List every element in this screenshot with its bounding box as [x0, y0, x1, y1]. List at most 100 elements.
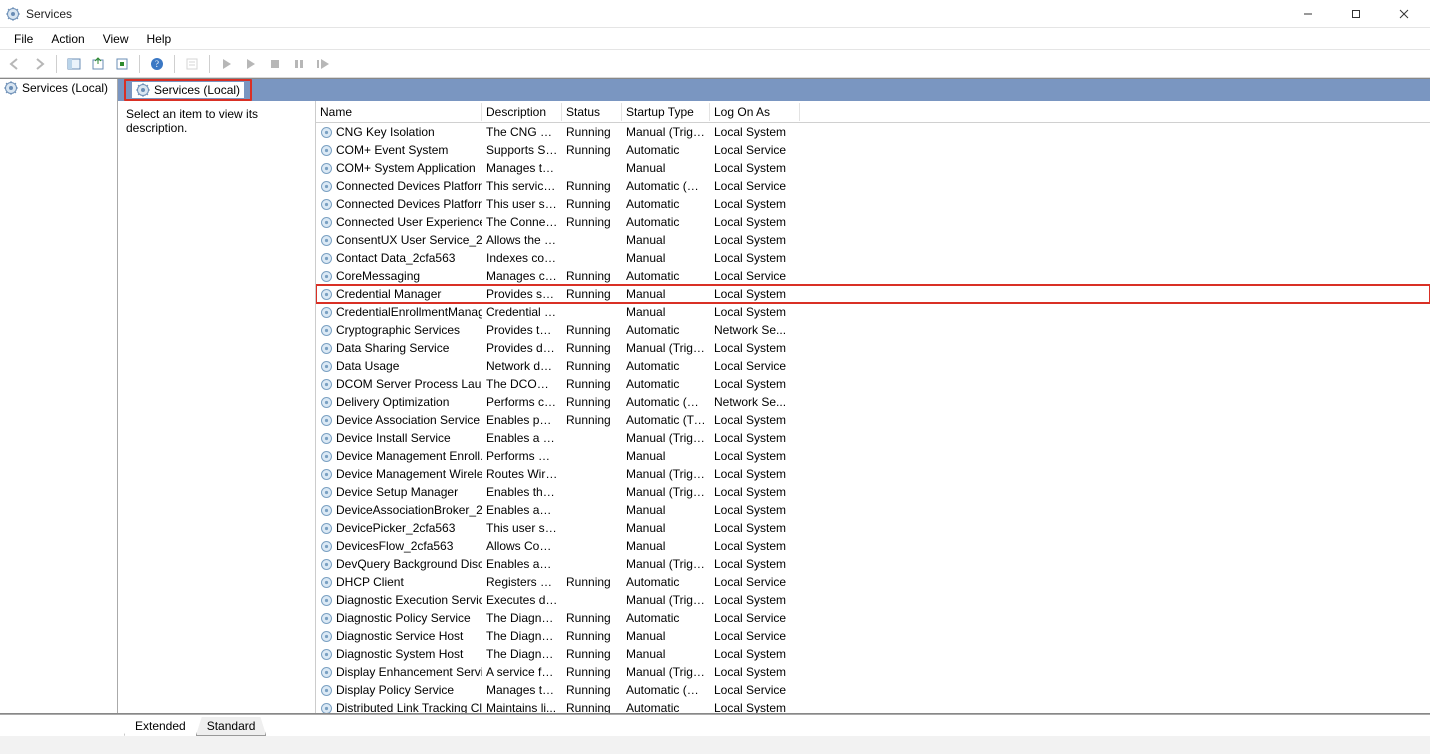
cell-startup: Automatic (De...	[622, 179, 710, 193]
service-row[interactable]: COM+ System ApplicationManages th...Manu…	[316, 159, 1430, 177]
service-row[interactable]: DevicePicker_2cfa563This user ser...Manu…	[316, 519, 1430, 537]
properties-button[interactable]	[181, 53, 203, 75]
cell-name: Credential Manager	[316, 287, 482, 301]
service-row[interactable]: DevicesFlow_2cfa563Allows Conn...ManualL…	[316, 537, 1430, 555]
service-name: Display Policy Service	[336, 683, 454, 697]
start-service-button[interactable]	[216, 53, 238, 75]
start-service-alt-button[interactable]	[240, 53, 262, 75]
cell-description: The Diagnos...	[482, 611, 562, 625]
stop-service-button[interactable]	[264, 53, 286, 75]
services-list[interactable]: Name Description Status Startup Type Log…	[316, 101, 1430, 713]
service-name: Diagnostic Execution Service	[336, 593, 482, 607]
service-row[interactable]: Connected Devices Platform ...This servi…	[316, 177, 1430, 195]
service-row[interactable]: Data Sharing ServiceProvides dat...Runni…	[316, 339, 1430, 357]
separator	[209, 55, 210, 73]
service-row[interactable]: Cryptographic ServicesProvides thr...Run…	[316, 321, 1430, 339]
menu-view[interactable]: View	[95, 30, 137, 48]
service-row[interactable]: Contact Data_2cfa563Indexes cont...Manua…	[316, 249, 1430, 267]
service-row[interactable]: Connected User Experiences ...The Connec…	[316, 213, 1430, 231]
help-button[interactable]: ?	[146, 53, 168, 75]
service-row[interactable]: Diagnostic Policy ServiceThe Diagnos...R…	[316, 609, 1430, 627]
service-row[interactable]: CredentialEnrollmentManag...Credential E…	[316, 303, 1430, 321]
service-name: Data Usage	[336, 359, 399, 373]
service-row[interactable]: Display Enhancement ServiceA service for…	[316, 663, 1430, 681]
service-row[interactable]: Diagnostic Execution ServiceExecutes dia…	[316, 591, 1430, 609]
maximize-button[interactable]	[1336, 2, 1376, 26]
service-row[interactable]: DHCP ClientRegisters an...RunningAutomat…	[316, 573, 1430, 591]
service-icon	[320, 522, 333, 535]
show-hide-tree-button[interactable]	[63, 53, 85, 75]
service-row[interactable]: Distributed Link Tracking Cli...Maintain…	[316, 699, 1430, 713]
refresh-button[interactable]	[111, 53, 133, 75]
service-row[interactable]: CoreMessagingManages co...RunningAutomat…	[316, 267, 1430, 285]
service-icon	[320, 414, 333, 427]
col-startup[interactable]: Startup Type	[622, 103, 710, 121]
separator	[139, 55, 140, 73]
cell-description: This user ser...	[482, 521, 562, 535]
cell-name: Data Sharing Service	[316, 341, 482, 355]
cell-name: DeviceAssociationBroker_2cf...	[316, 503, 482, 517]
col-logon[interactable]: Log On As	[710, 103, 800, 121]
service-row[interactable]: Data UsageNetwork dat...RunningAutomatic…	[316, 357, 1430, 375]
menu-help[interactable]: Help	[139, 30, 180, 48]
cell-startup: Automatic	[622, 197, 710, 211]
tree-root-node[interactable]: Services (Local)	[0, 79, 117, 97]
description-prompt: Select an item to view its description.	[126, 107, 307, 135]
svg-text:?: ?	[155, 59, 159, 69]
minimize-button[interactable]	[1288, 2, 1328, 26]
gear-icon	[4, 81, 18, 95]
menu-action[interactable]: Action	[43, 30, 92, 48]
pane-tab-services-local[interactable]: Services (Local)	[124, 79, 252, 101]
service-row[interactable]: Delivery OptimizationPerforms co...Runni…	[316, 393, 1430, 411]
service-row[interactable]: Display Policy ServiceManages th...Runni…	[316, 681, 1430, 699]
cell-startup: Manual	[622, 629, 710, 643]
close-button[interactable]	[1384, 2, 1424, 26]
service-row[interactable]: Diagnostic Service HostThe Diagnos...Run…	[316, 627, 1430, 645]
menu-file[interactable]: File	[6, 30, 41, 48]
tab-standard[interactable]: Standard	[196, 717, 267, 736]
service-row[interactable]: DeviceAssociationBroker_2cf...Enables ap…	[316, 501, 1430, 519]
cell-startup: Automatic (De...	[622, 683, 710, 697]
cell-description: The CNG ke...	[482, 125, 562, 139]
separator	[56, 55, 57, 73]
service-row[interactable]: DCOM Server Process Launc...The DCOML...…	[316, 375, 1430, 393]
service-row[interactable]: COM+ Event SystemSupports Sy...RunningAu…	[316, 141, 1430, 159]
cell-logon: Local Service	[710, 575, 800, 589]
service-row[interactable]: CNG Key IsolationThe CNG ke...RunningMan…	[316, 123, 1430, 141]
cell-startup: Manual	[622, 539, 710, 553]
service-icon	[320, 468, 333, 481]
cell-status: Running	[562, 665, 622, 679]
cell-name: Diagnostic Service Host	[316, 629, 482, 643]
service-row[interactable]: Device Setup ManagerEnables the ...Manua…	[316, 483, 1430, 501]
app-icon	[6, 7, 20, 21]
service-row[interactable]: Device Management Enroll...Performs De..…	[316, 447, 1430, 465]
cell-startup: Manual	[622, 251, 710, 265]
service-row[interactable]: Credential ManagerProvides sec...Running…	[316, 285, 1430, 303]
service-row[interactable]: Device Association ServiceEnables pairi.…	[316, 411, 1430, 429]
cell-description: The DCOML...	[482, 377, 562, 391]
cell-name: Data Usage	[316, 359, 482, 373]
back-button[interactable]	[4, 53, 26, 75]
cell-logon: Local System	[710, 539, 800, 553]
forward-button[interactable]	[28, 53, 50, 75]
pause-service-button[interactable]	[288, 53, 310, 75]
service-row[interactable]: Device Management Wireles...Routes Wirel…	[316, 465, 1430, 483]
col-name[interactable]: Name	[316, 103, 482, 121]
service-row[interactable]: ConsentUX User Service_2cf...Allows the …	[316, 231, 1430, 249]
cell-status: Running	[562, 323, 622, 337]
service-row[interactable]: Diagnostic System HostThe Diagnos...Runn…	[316, 645, 1430, 663]
cell-logon: Local System	[710, 449, 800, 463]
service-row[interactable]: Connected Devices Platform ...This user …	[316, 195, 1430, 213]
toolbar: ?	[0, 50, 1430, 78]
service-row[interactable]: Device Install ServiceEnables a co...Man…	[316, 429, 1430, 447]
service-row[interactable]: DevQuery Background Disc...Enables app..…	[316, 555, 1430, 573]
cell-description: Maintains li...	[482, 701, 562, 713]
restart-service-button[interactable]	[312, 53, 334, 75]
col-description[interactable]: Description	[482, 103, 562, 121]
col-status[interactable]: Status	[562, 103, 622, 121]
tab-extended[interactable]: Extended	[124, 717, 197, 736]
cell-description: The Diagnos...	[482, 647, 562, 661]
export-list-button[interactable]	[87, 53, 109, 75]
service-icon	[320, 666, 333, 679]
service-name: Data Sharing Service	[336, 341, 449, 355]
